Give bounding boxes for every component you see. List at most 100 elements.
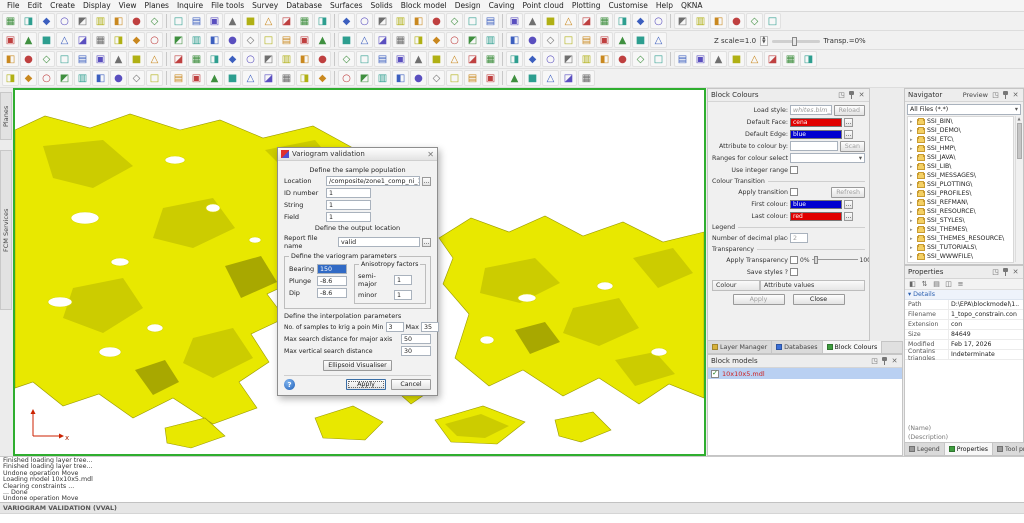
- toolbar-icon[interactable]: ◨: [614, 13, 631, 29]
- toolbar-icon[interactable]: ▲: [506, 70, 523, 86]
- toolbar-icon[interactable]: ▥: [482, 32, 499, 48]
- toolbar-icon[interactable]: △: [260, 13, 277, 29]
- menu-item-solids[interactable]: Solids: [367, 1, 397, 10]
- toolbar-icon[interactable]: ▤: [464, 70, 481, 86]
- file-tree-item[interactable]: ▸ SSI_JAVA\: [908, 153, 1013, 162]
- location-browse-button[interactable]: ...: [422, 176, 431, 186]
- ranges-dropdown[interactable]: ▾: [790, 153, 865, 163]
- pin-icon[interactable]: [881, 356, 888, 366]
- toolbar-icon[interactable]: ◩: [674, 13, 691, 29]
- menu-item-file-tools[interactable]: File tools: [207, 1, 248, 10]
- id-number-input[interactable]: 1: [326, 188, 371, 198]
- toolbar-icon[interactable]: △: [446, 51, 463, 67]
- attribute-colour-field[interactable]: [790, 141, 838, 151]
- file-tree-item[interactable]: ▸ SSI_TUTORIALS\: [908, 243, 1013, 252]
- dip-input[interactable]: -8.6: [317, 288, 347, 298]
- toolbar-icon[interactable]: ◨: [314, 13, 331, 29]
- field-input[interactable]: 1: [326, 212, 371, 222]
- toolbar-icon[interactable]: ●: [224, 32, 241, 48]
- file-tree-item[interactable]: ▸ SSI_PLOTTING\: [908, 180, 1013, 189]
- toolbar-icon[interactable]: ◧: [110, 13, 127, 29]
- toolbar-icon[interactable]: ◆: [428, 32, 445, 48]
- tool-icon[interactable]: ◧: [908, 280, 917, 288]
- toolbar-icon[interactable]: ◨: [2, 70, 19, 86]
- toolbar-icon[interactable]: ▦: [596, 13, 613, 29]
- toolbar-icon[interactable]: ◆: [128, 32, 145, 48]
- toolbar-icon[interactable]: ▤: [170, 70, 187, 86]
- toolbar-icon[interactable]: ●: [110, 70, 127, 86]
- toolbar-icon[interactable]: ▲: [614, 32, 631, 48]
- file-tree-item[interactable]: ▸ SSI_ETC\: [908, 135, 1013, 144]
- toolbar-icon[interactable]: ▥: [578, 51, 595, 67]
- toolbar-icon[interactable]: ○: [542, 51, 559, 67]
- toolbar-icon[interactable]: ▤: [482, 13, 499, 29]
- close-icon[interactable]: ✕: [890, 357, 899, 365]
- toolbar-icon[interactable]: □: [560, 32, 577, 48]
- toolbar-icon[interactable]: ▥: [374, 70, 391, 86]
- toolbar-icon[interactable]: ■: [428, 51, 445, 67]
- plunge-input[interactable]: -8.6: [317, 276, 347, 286]
- apply-button[interactable]: Apply: [346, 379, 386, 390]
- toolbar-icon[interactable]: △: [146, 51, 163, 67]
- spinner-down-icon[interactable]: ▼: [762, 40, 765, 45]
- menu-item-plotting[interactable]: Plotting: [568, 1, 605, 10]
- toolbar-icon[interactable]: ▲: [20, 32, 37, 48]
- cancel-button[interactable]: Cancel: [391, 379, 431, 390]
- apply-button[interactable]: Apply: [732, 294, 785, 305]
- dock-tab-block-colours[interactable]: Block Colours: [822, 341, 883, 353]
- close-button[interactable]: Close: [792, 294, 845, 305]
- toolbar-icon[interactable]: ○: [446, 32, 463, 48]
- toolbar-icon[interactable]: ◩: [260, 51, 277, 67]
- output-console[interactable]: Finished loading layer tree... Finished l…: [0, 456, 1024, 502]
- toolbar-icon[interactable]: ▲: [224, 13, 241, 29]
- properties-tab-properties[interactable]: Properties: [944, 443, 994, 455]
- toolbar-icon[interactable]: ◇: [146, 13, 163, 29]
- toolbar-icon[interactable]: ●: [428, 13, 445, 29]
- toolbar-icon[interactable]: ●: [614, 51, 631, 67]
- menu-item-customise[interactable]: Customise: [605, 1, 652, 10]
- toolbar-icon[interactable]: ◇: [542, 32, 559, 48]
- file-filter-dropdown[interactable]: All Files (*.*) ▾: [907, 104, 1021, 115]
- bearing-input[interactable]: 150: [317, 264, 347, 274]
- toolbar-icon[interactable]: ◪: [278, 13, 295, 29]
- toolbar-icon[interactable]: ▥: [74, 70, 91, 86]
- toolbar-icon[interactable]: ◇: [242, 32, 259, 48]
- toolbar-icon[interactable]: ▦: [2, 13, 19, 29]
- toolbar-icon[interactable]: △: [356, 32, 373, 48]
- file-tree-item[interactable]: ▸ SSI_BIN\: [908, 117, 1013, 126]
- pin-icon[interactable]: [1002, 90, 1009, 100]
- scan-button[interactable]: Scan: [839, 140, 865, 152]
- report-file-input[interactable]: valid: [338, 237, 420, 247]
- last-colour-browse-button[interactable]: ...: [844, 211, 853, 221]
- major-search-input[interactable]: 50: [401, 334, 431, 344]
- first-colour-browse-button[interactable]: ...: [844, 199, 853, 209]
- toolbar-icon[interactable]: ◨: [296, 70, 313, 86]
- default-face-colour[interactable]: cena: [790, 117, 842, 127]
- toolbar-icon[interactable]: ▦: [578, 70, 595, 86]
- file-tree-item[interactable]: ▸ SSI_DEMO\: [908, 126, 1013, 135]
- save-styles-checkbox[interactable]: [790, 268, 798, 276]
- block-model-row[interactable]: ✓ 10x10x5.mdl: [708, 368, 902, 379]
- file-tree-item[interactable]: ▸ SSI_REFMAN\: [908, 198, 1013, 207]
- toolbar-icon[interactable]: ○: [146, 32, 163, 48]
- float-icon[interactable]: ◳: [837, 91, 846, 99]
- toolbar-icon[interactable]: ◪: [764, 51, 781, 67]
- float-icon[interactable]: ◳: [991, 268, 1000, 276]
- pin-icon[interactable]: [1002, 267, 1009, 277]
- float-icon[interactable]: ◳: [870, 357, 879, 365]
- toolbar-icon[interactable]: ▲: [710, 51, 727, 67]
- menu-item-help[interactable]: Help: [652, 1, 677, 10]
- toolbar-icon[interactable]: □: [464, 13, 481, 29]
- toolbar-icon[interactable]: ◧: [392, 70, 409, 86]
- reload-button[interactable]: Reload: [833, 104, 865, 116]
- toolbar-icon[interactable]: ▤: [578, 32, 595, 48]
- toolbar-icon[interactable]: ◨: [206, 51, 223, 67]
- toolbar-icon[interactable]: ■: [542, 13, 559, 29]
- toolbar-icon[interactable]: ○: [242, 51, 259, 67]
- menu-item-edit[interactable]: Edit: [24, 1, 47, 10]
- toolbar-icon[interactable]: ◇: [128, 70, 145, 86]
- toolbar-icon[interactable]: ◇: [446, 13, 463, 29]
- toolbar-icon[interactable]: ▦: [782, 51, 799, 67]
- toolbar-icon[interactable]: ■: [524, 70, 541, 86]
- apply-transition-checkbox[interactable]: [790, 188, 798, 196]
